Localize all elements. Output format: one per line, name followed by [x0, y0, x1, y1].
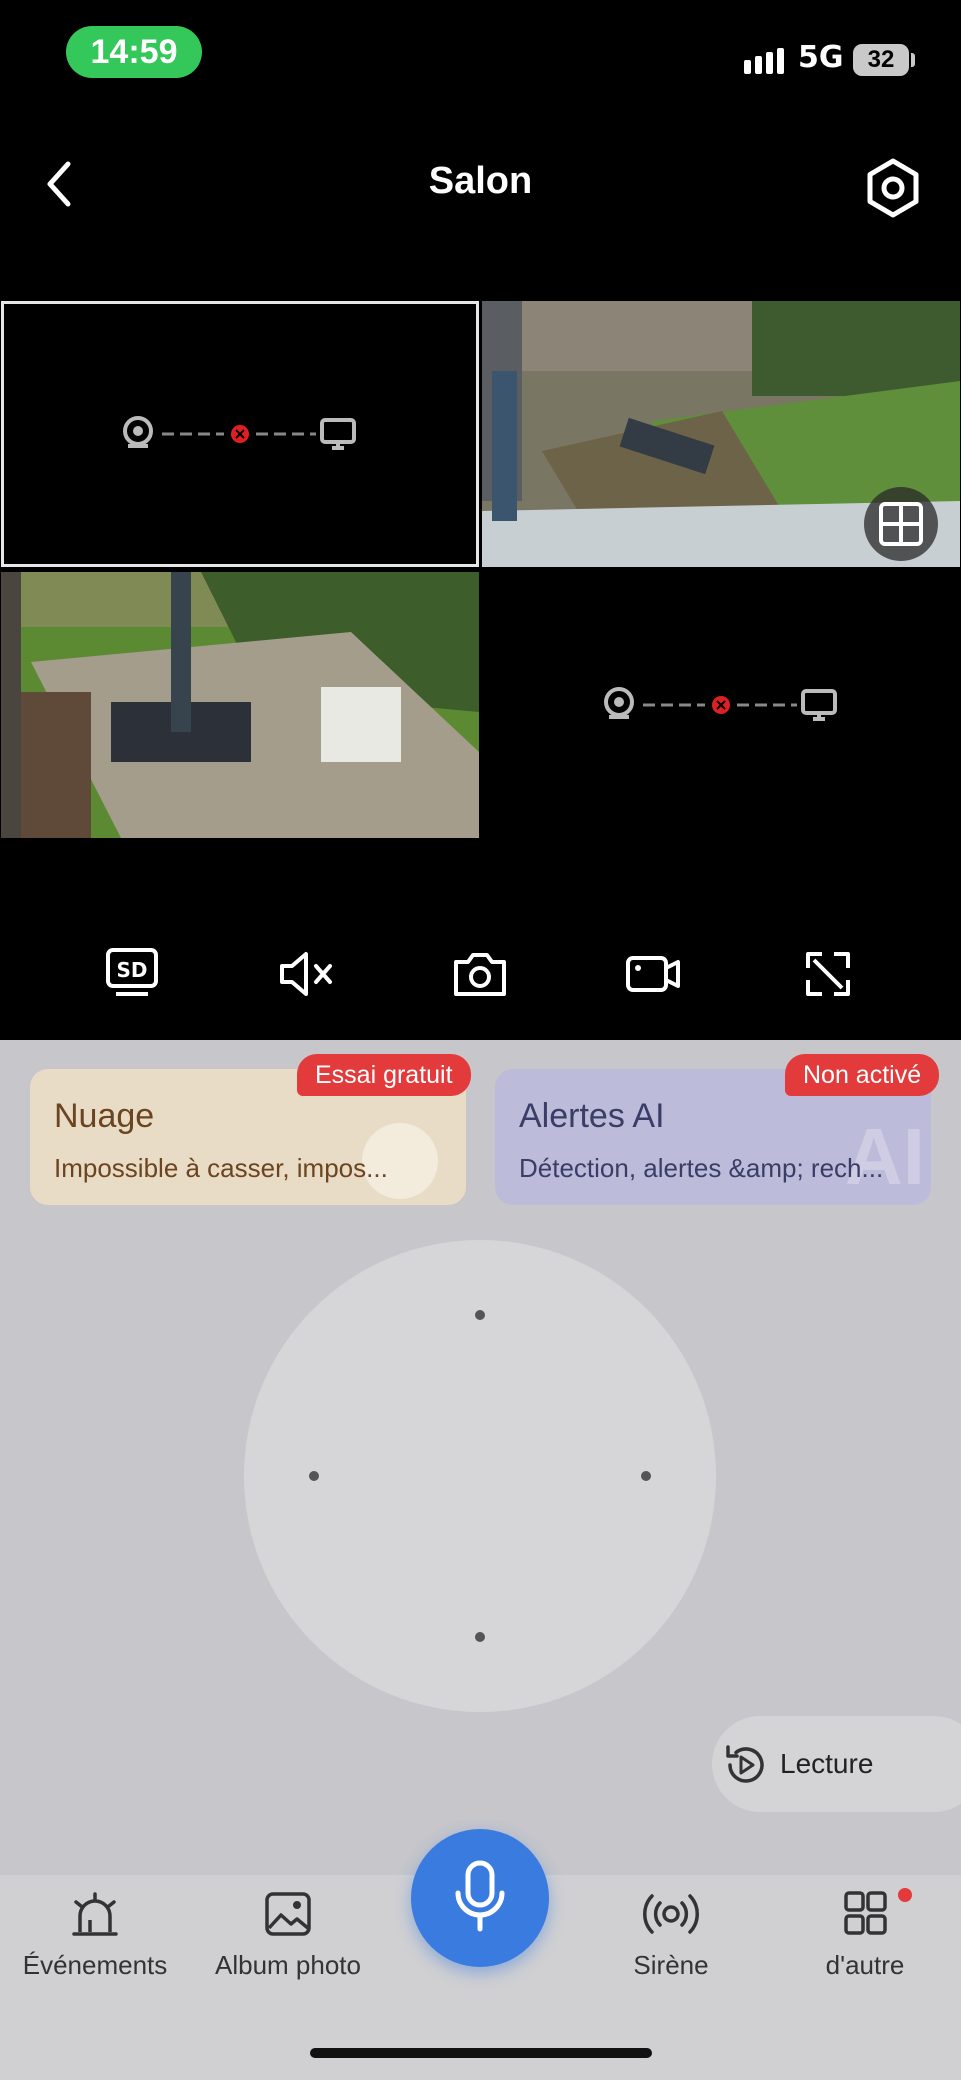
ai-card-subtitle: Détection, alertes &amp; rech... [519, 1153, 884, 1183]
photo-album-icon [265, 1892, 311, 1936]
notification-dot [898, 1888, 912, 1902]
nav-more-label: d'autre [825, 1950, 905, 1980]
nav-album[interactable] [203, 1890, 373, 1943]
camera-tile-1[interactable] [1, 301, 479, 567]
not-activated-badge: Non activé [785, 1054, 940, 1096]
siren-broadcast-icon [643, 1894, 699, 1934]
playback-label: Lecture [780, 1748, 874, 1779]
battery-tip [911, 53, 915, 67]
signal-icon [744, 48, 784, 74]
camera-tile-2[interactable] [482, 301, 960, 567]
camera-offline-icon [123, 416, 356, 450]
camera-offline-icon [604, 687, 837, 721]
cloud-card-subtitle: Impossible à casser, impos... [54, 1153, 388, 1183]
fullscreen-icon[interactable] [798, 946, 858, 1002]
svg-text:SD: SD [116, 958, 147, 982]
settings-icon[interactable] [862, 157, 924, 219]
nav-siren[interactable] [586, 1890, 756, 1943]
joystick-right-dot[interactable] [641, 1471, 651, 1481]
joystick-up-dot[interactable] [475, 1310, 485, 1320]
joystick-left-dot[interactable] [309, 1471, 319, 1481]
grid-icon [879, 502, 923, 546]
sd-quality-icon[interactable]: SD [102, 946, 162, 1002]
status-time: 14:59 [66, 26, 202, 78]
cloud-card-title: Nuage [54, 1097, 155, 1135]
nav-album-label: Album photo [215, 1950, 361, 1980]
nav-more[interactable] [780, 1890, 950, 1943]
mute-icon[interactable] [276, 946, 336, 1002]
nav-siren-label: Sirène [633, 1950, 709, 1980]
playback-icon [726, 1745, 764, 1783]
multi-view-button[interactable] [864, 487, 938, 561]
camera-feed-terrace [1, 572, 479, 838]
more-grid-icon [844, 1891, 887, 1935]
camera-tile-3[interactable] [1, 572, 479, 838]
battery-level: 32 [853, 44, 909, 76]
camera-tile-4[interactable] [482, 572, 960, 838]
network-type: 5G [798, 40, 844, 75]
nav-events-label: Événements [22, 1950, 168, 1980]
home-indicator [310, 2048, 652, 2058]
nav-events[interactable] [10, 1890, 180, 1943]
talk-button[interactable] [411, 1829, 549, 1967]
snapshot-camera-icon[interactable] [450, 946, 510, 1002]
ptz-joystick[interactable] [244, 1240, 716, 1712]
record-video-icon[interactable] [624, 946, 684, 1002]
microphone-icon [455, 1860, 505, 1932]
ai-card-title: Alertes AI [519, 1097, 665, 1135]
page-title: Salon [428, 160, 533, 202]
joystick-down-dot[interactable] [475, 1632, 485, 1642]
siren-light-icon [72, 1892, 118, 1936]
free-trial-badge: Essai gratuit [297, 1054, 471, 1096]
